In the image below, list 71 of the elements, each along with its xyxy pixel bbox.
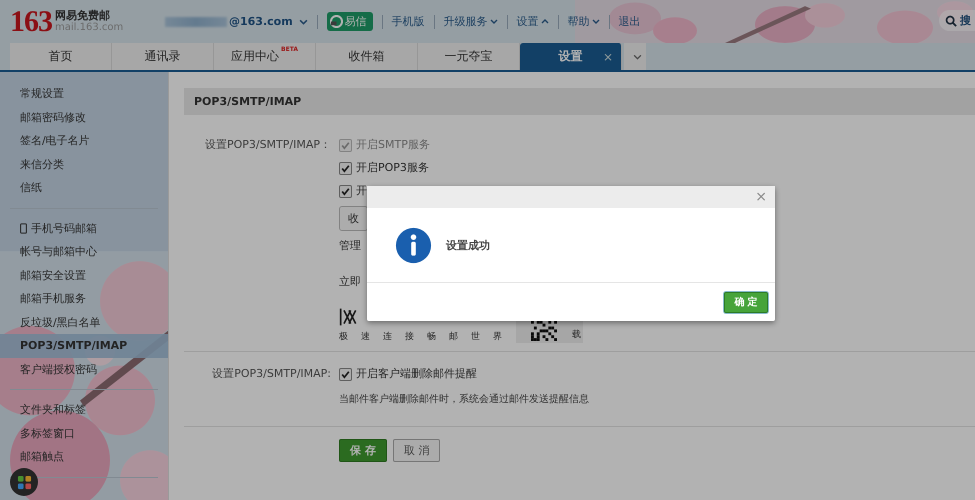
sidebar-item[interactable]: 文件夹和标签 xyxy=(0,398,168,422)
search-icon xyxy=(945,14,957,26)
download-label: 载 xyxy=(572,328,581,341)
sidebar-item[interactable]: 签名/电子名片 xyxy=(0,129,168,152)
sidebar-item[interactable]: 邮箱密码修改 xyxy=(0,106,168,129)
sidebar-item[interactable]: 帐号与邮箱中心 xyxy=(0,240,168,264)
beta-label: BETA xyxy=(281,46,298,53)
checkbox[interactable] xyxy=(339,162,352,174)
logo-name: 网易免费邮 xyxy=(55,10,111,22)
sidebar-item[interactable]: 手机号码邮箱 xyxy=(0,216,168,240)
checkbox-label: 开启POP3服务 xyxy=(356,160,429,176)
logo-number: 163 xyxy=(10,4,52,38)
section-title: POP3/SMTP/IMAP xyxy=(184,88,975,115)
field-label: 设置POP3/SMTP/IMAP: xyxy=(211,366,332,382)
apps-icon xyxy=(16,474,32,490)
more-tabs-button[interactable] xyxy=(624,43,646,70)
tab[interactable]: 首页 xyxy=(10,43,112,70)
sidebar-item[interactable]: 常规设置 xyxy=(0,82,168,106)
receive-button[interactable]: 收 xyxy=(339,206,368,231)
sidebar-item[interactable]: 客户端授权密码 xyxy=(0,358,168,381)
checkbox-label: 开启客户端删除邮件提醒 xyxy=(356,366,477,382)
caret-icon[interactable] xyxy=(298,18,308,26)
sidebar-item[interactable]: 反垃圾/黑白名单 xyxy=(0,310,168,334)
slogan-char: 畅 xyxy=(427,330,436,343)
dialog-message: 设置成功 xyxy=(446,238,490,252)
sidebar-item[interactable]: 来信分类 xyxy=(0,152,168,176)
checkbox[interactable] xyxy=(339,368,352,380)
header-link[interactable]: 设置 xyxy=(516,14,549,29)
logo-domain: mail.163.com xyxy=(55,22,124,34)
logo-icon xyxy=(339,306,359,328)
sidebar-item[interactable]: 邮箱安全设置 xyxy=(0,264,168,287)
checkbox-label: 开 xyxy=(356,183,367,199)
tab[interactable]: 设置 × xyxy=(520,43,622,70)
redacted-name xyxy=(165,16,227,26)
caret-icon xyxy=(632,52,642,60)
download-text: 立即 xyxy=(339,274,361,289)
sidebar-item[interactable]: 信纸 xyxy=(0,176,168,200)
sidebar-item[interactable]: 邮箱触点 xyxy=(0,445,168,468)
slogan-char: 连 xyxy=(383,330,392,343)
info-icon xyxy=(395,226,432,264)
header-link[interactable]: 手机版 xyxy=(392,14,425,29)
close-button[interactable]: × xyxy=(755,189,767,205)
tab[interactable]: 收件箱 xyxy=(316,43,418,70)
ok-button[interactable]: 确 定 xyxy=(724,292,768,312)
slogan-char: 接 xyxy=(405,330,414,343)
sidebar-item[interactable]: 邮箱手机服务 xyxy=(0,287,168,310)
checkbox-label: 开启SMTP服务 xyxy=(356,137,430,153)
sidebar-item[interactable]: POP3/SMTP/IMAP xyxy=(0,334,168,358)
slogan-char: 极 xyxy=(339,330,348,343)
cancel-button[interactable]: 取 消 xyxy=(392,439,440,462)
chat-icon xyxy=(330,15,343,28)
tab[interactable]: 一元夺宝 xyxy=(418,43,520,70)
slogan-char: 速 xyxy=(361,330,370,343)
slogan-char: 邮 xyxy=(449,330,458,343)
account-name[interactable]: @163.com xyxy=(229,15,293,28)
checkbox[interactable] xyxy=(339,184,352,198)
slogan-char: 界 xyxy=(493,330,502,343)
tab[interactable]: 应用中心 $^{BETA}$ xyxy=(214,43,316,70)
slogan-char: 世 xyxy=(471,330,480,343)
sidebar-item[interactable]: 多标签窗口 xyxy=(0,422,168,445)
close-tab-button[interactable]: × xyxy=(602,50,613,64)
header-link[interactable]: 退出 xyxy=(618,14,641,29)
header-link[interactable]: 升级服务 xyxy=(444,14,498,29)
yixin-button[interactable]: 易信 xyxy=(326,12,373,31)
save-button[interactable]: 保 存 xyxy=(339,439,387,462)
field-label: 设置POP3/SMTP/IMAP： xyxy=(204,137,332,153)
phone-icon xyxy=(20,222,27,234)
hint-text: 当邮件客户端删除邮件时，系统会通过邮件发送提醒信息 xyxy=(339,392,589,406)
tab[interactable]: 通讯录 xyxy=(112,43,214,70)
header-link[interactable]: 帮助 xyxy=(568,14,600,29)
manage-text: 管理 xyxy=(339,238,361,253)
